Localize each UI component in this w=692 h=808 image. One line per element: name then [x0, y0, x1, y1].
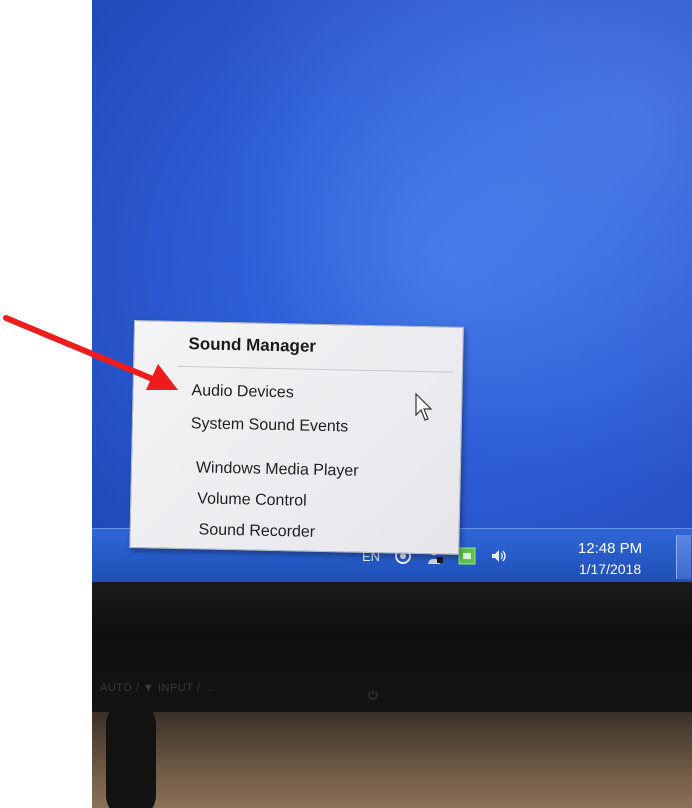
menu-item-audio-devices[interactable]: Audio Devices — [191, 382, 294, 402]
power-icon[interactable] — [367, 686, 379, 700]
menu-item-windows-media-player[interactable]: Windows Media Player — [196, 459, 359, 480]
bezel-buttons-label: AUTO / ▼ INPUT / ... — [100, 682, 215, 694]
clock-time: 12:48 PM — [577, 540, 643, 557]
menu-item-sound-recorder[interactable]: Sound Recorder — [198, 521, 315, 541]
menu-divider — [178, 365, 454, 373]
menu-item-volume-control[interactable]: Volume Control — [197, 490, 307, 510]
menu-item-system-sound-events[interactable]: System Sound Events — [191, 415, 349, 436]
desk-surface — [92, 712, 692, 808]
desktop: EN 12:48 PM 1/17/2018 Sound Manager Audi… — [92, 0, 692, 583]
menu-title: Sound Manager — [188, 334, 317, 356]
cable — [106, 700, 156, 808]
monitor-bezel: AUTO / ▼ INPUT / ... — [92, 582, 692, 712]
speaker-icon[interactable] — [490, 547, 508, 565]
mouse-pointer-icon — [415, 392, 435, 423]
clock[interactable]: 12:48 PM 1/17/2018 — [562, 539, 658, 579]
clock-date: 1/17/2018 — [578, 561, 642, 577]
red-arrow-icon — [3, 315, 178, 390]
show-desktop-button[interactable] — [676, 535, 691, 579]
green-app-icon[interactable] — [458, 547, 476, 565]
